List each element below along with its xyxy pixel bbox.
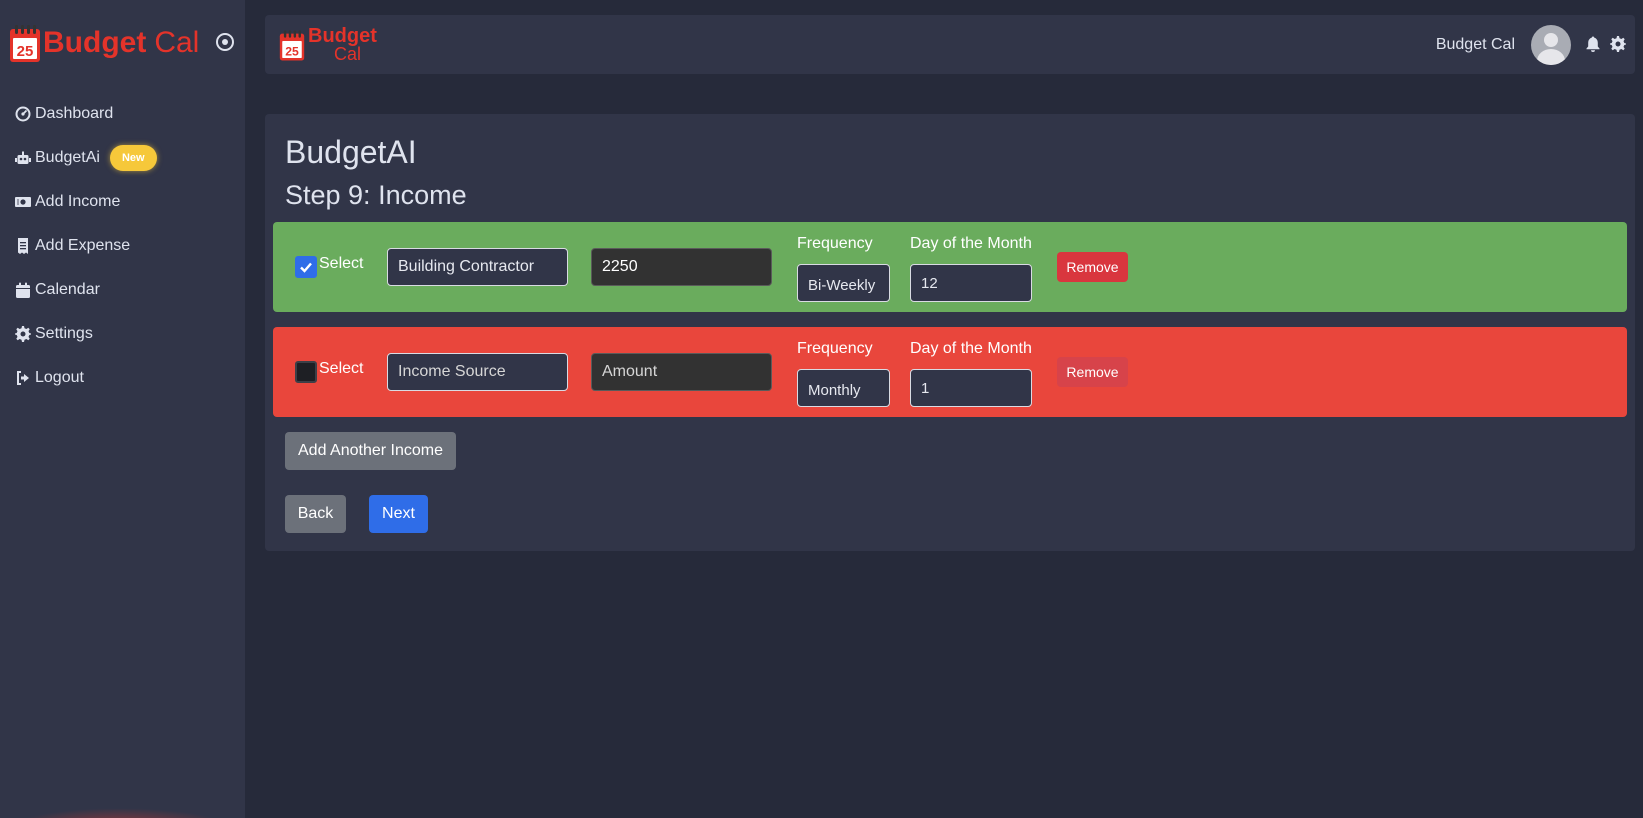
- day-of-month-input[interactable]: [910, 369, 1032, 407]
- gear-icon[interactable]: [1610, 35, 1628, 54]
- money-bill-icon: [14, 194, 32, 210]
- sidebar-item-add-income[interactable]: Add Income: [14, 180, 157, 224]
- select-toggle[interactable]: Select: [295, 255, 364, 278]
- amount-input[interactable]: [591, 248, 772, 286]
- receipt-icon: [14, 238, 32, 254]
- calendar-logo-icon: 25: [10, 25, 40, 62]
- frequency-label: Frequency: [797, 340, 873, 357]
- amount-input[interactable]: [591, 353, 772, 391]
- income-row: Select Frequency Day of the Month Monthl…: [273, 327, 1627, 417]
- brand-bold: Budget: [43, 26, 147, 59]
- sidebar-item-logout[interactable]: Logout: [14, 356, 157, 400]
- header-brand-bottom: Cal: [334, 44, 362, 64]
- day-of-month-input[interactable]: [910, 264, 1032, 302]
- logout-icon: [14, 370, 32, 386]
- sidebar-item-label: Add Income: [35, 193, 121, 210]
- sidebar-brand[interactable]: 25 Budget Cal: [9, 22, 199, 64]
- remove-button[interactable]: Remove: [1057, 252, 1128, 282]
- new-badge: New: [109, 145, 157, 171]
- robot-icon: [14, 150, 32, 166]
- frequency-select[interactable]: Bi-Weekly: [797, 264, 890, 302]
- sidebar-item-add-expense[interactable]: Add Expense: [14, 224, 157, 268]
- income-row: Select Frequency Day of the Month Bi-Wee…: [273, 222, 1627, 312]
- sidebar-item-label: Add Expense: [35, 237, 131, 254]
- page-title: BudgetAI: [285, 134, 417, 170]
- select-toggle[interactable]: Select: [295, 360, 364, 383]
- sidebar-nav: Dashboard BudgetAi New Add Income Add Ex…: [14, 92, 157, 400]
- sidebar-item-label: Calendar: [35, 281, 100, 298]
- sidebar: 25 Budget Cal Dashboard BudgetAi New Add …: [0, 0, 245, 818]
- calendar-logo-icon: 25: [279, 30, 305, 61]
- header-brand[interactable]: 25 Budget Cal: [279, 25, 377, 64]
- avatar[interactable]: [1531, 24, 1571, 65]
- day-of-month-label: Day of the Month: [910, 340, 1032, 357]
- sidebar-item-dashboard[interactable]: Dashboard: [14, 92, 157, 136]
- bell-icon[interactable]: [1585, 36, 1603, 54]
- income-step-card: BudgetAI Step 9: Income Select Frequency…: [265, 114, 1635, 551]
- gauge-icon: [14, 106, 32, 122]
- select-checkbox[interactable]: [295, 256, 317, 278]
- remove-button[interactable]: Remove: [1057, 357, 1128, 387]
- select-checkbox[interactable]: [295, 361, 317, 383]
- sidebar-glow: [10, 808, 230, 818]
- sidebar-item-settings[interactable]: Settings: [14, 312, 157, 356]
- sidebar-toggle-icon[interactable]: [216, 33, 234, 51]
- income-source-input[interactable]: [387, 248, 568, 286]
- add-another-income-button[interactable]: Add Another Income: [285, 432, 456, 470]
- calendar-icon: [14, 282, 32, 298]
- income-source-input[interactable]: [387, 353, 568, 391]
- logo-day-number: 25: [17, 43, 34, 60]
- gear-icon: [14, 326, 32, 342]
- frequency-label: Frequency: [797, 235, 873, 252]
- brand-light: Cal: [154, 26, 200, 59]
- header-brand-top: Budget: [308, 25, 377, 47]
- sidebar-item-label: Dashboard: [35, 105, 114, 122]
- sidebar-item-label: Logout: [35, 369, 84, 386]
- user-name: Budget Cal: [1435, 35, 1515, 53]
- sidebar-item-label: Settings: [35, 325, 93, 342]
- day-of-month-label: Day of the Month: [910, 235, 1032, 252]
- top-header: 25 Budget Cal Budget Cal: [265, 15, 1635, 74]
- step-title: Step 9: Income: [285, 180, 467, 210]
- sidebar-item-calendar[interactable]: Calendar: [14, 268, 157, 312]
- sidebar-item-budgetai[interactable]: BudgetAi New: [14, 136, 157, 180]
- frequency-select[interactable]: Monthly: [797, 369, 890, 407]
- sidebar-item-label: BudgetAi: [35, 149, 100, 166]
- user-area: Budget Cal: [1436, 15, 1635, 74]
- back-button[interactable]: Back: [285, 495, 346, 533]
- select-label: Select: [319, 255, 364, 272]
- select-label: Select: [319, 360, 364, 377]
- logo-day-number: 25: [285, 45, 299, 59]
- next-button[interactable]: Next: [369, 495, 428, 533]
